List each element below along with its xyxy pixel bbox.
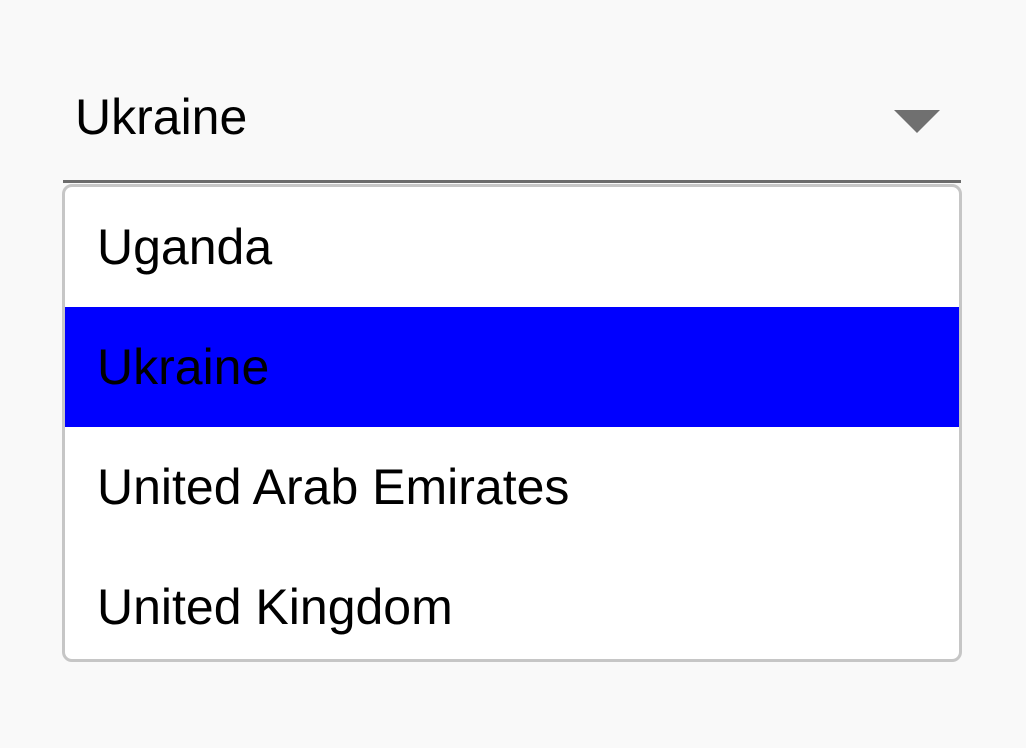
- chevron-down-icon[interactable]: [894, 110, 940, 133]
- option-united-arab-emirates[interactable]: United Arab Emirates: [65, 427, 959, 547]
- select-current-value: Ukraine: [75, 89, 248, 145]
- option-ukraine[interactable]: Ukraine: [65, 307, 959, 427]
- option-united-kingdom[interactable]: United Kingdom: [65, 547, 959, 659]
- country-dropdown-list: Uganda Ukraine United Arab Emirates Unit…: [62, 184, 962, 662]
- option-uganda[interactable]: Uganda: [65, 187, 959, 307]
- country-select[interactable]: Ukraine: [63, 72, 961, 183]
